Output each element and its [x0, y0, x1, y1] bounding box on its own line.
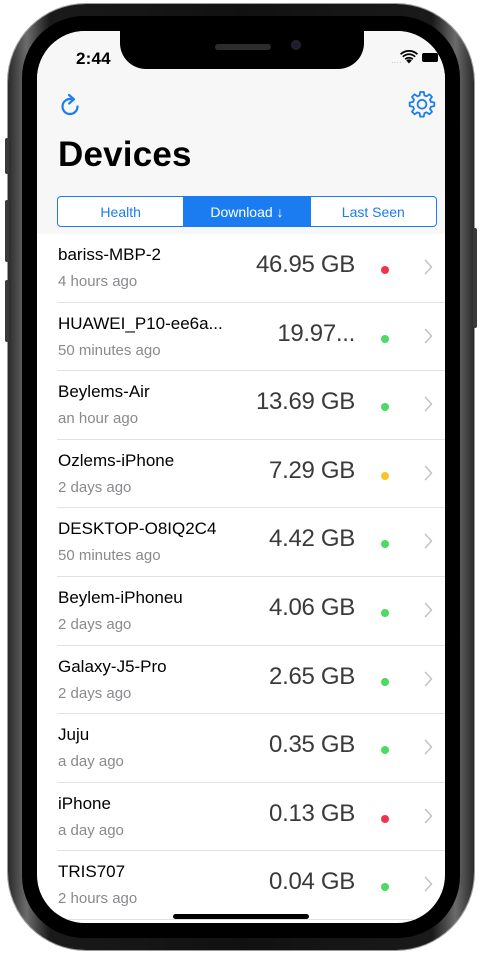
device-last-seen: a day ago: [58, 821, 124, 839]
device-name: TRIS707: [58, 862, 126, 882]
status-dot: [381, 334, 389, 343]
status-dot: [381, 746, 389, 755]
device-row[interactable]: iPhone a day ago 0.13 GB: [37, 783, 445, 852]
device-last-seen: 2 days ago: [58, 478, 132, 496]
status-dot: [381, 471, 389, 480]
device-last-seen: an hour ago: [58, 410, 139, 428]
device-name: bariss-MBP-2: [58, 245, 161, 264]
device-row[interactable]: DESKTOP-O8IQ2C4 50 minutes ago 4.42 GB: [37, 508, 445, 577]
front-camera: [291, 40, 301, 50]
volume-down-button: [5, 280, 9, 342]
device-download: 0.35 GB: [269, 731, 355, 759]
page-title: Devices: [58, 135, 192, 174]
home-indicator[interactable]: [173, 914, 309, 919]
device-download: 13.69 GB: [255, 388, 355, 416]
device-name: Beylem-iPhoneu: [58, 587, 183, 607]
status-dot: [381, 266, 389, 274]
chevron-right-icon: [424, 877, 433, 892]
chevron-right-icon: [424, 602, 433, 618]
chevron-right-icon: [424, 328, 433, 343]
status-icons: ····: [391, 50, 441, 68]
device-row[interactable]: bariss-MBP-2 4 hours ago 46.95 GB: [37, 234, 445, 303]
status-dot: [381, 608, 389, 617]
device-download: 0.04 GB: [269, 868, 355, 896]
phone-screen: 2:44 ···· Devices Health Download ↓ Last…: [37, 31, 445, 923]
device-download: 4.42 GB: [269, 525, 355, 553]
status-dot: [381, 883, 389, 892]
device-name: DESKTOP-O8IQ2C4: [58, 519, 217, 539]
app-canvas: 2:44 ···· Devices Health Download ↓ Last…: [0, 0, 482, 956]
device-name: Beylems-Air: [58, 382, 150, 402]
segment-health[interactable]: Health: [58, 197, 183, 226]
device-row[interactable]: Ozlems-iPhone 2 days ago 7.29 GB: [37, 440, 445, 509]
device-download: 19.97...: [277, 319, 355, 347]
device-name: Ozlems-iPhone: [58, 450, 175, 470]
sort-segmented-control: Health Download ↓ Last Seen: [57, 196, 437, 227]
status-dot: [381, 677, 389, 686]
gear-icon[interactable]: [406, 89, 438, 121]
device-name: Juju: [58, 725, 90, 745]
chevron-right-icon: [424, 671, 433, 686]
device-row[interactable]: Galaxy-J5-Pro 2 days ago 2.65 GB: [37, 646, 445, 715]
device-last-seen: 2 days ago: [58, 615, 132, 633]
chevron-right-icon: [424, 534, 433, 549]
segment-last-seen[interactable]: Last Seen: [309, 197, 436, 226]
device-download: 4.06 GB: [269, 593, 355, 621]
device-last-seen: a day ago: [58, 753, 124, 771]
device-download: 2.65 GB: [269, 662, 355, 690]
notch: [120, 31, 364, 69]
device-download: 46.95 GB: [255, 251, 355, 278]
chevron-right-icon: [424, 465, 433, 481]
device-name: Galaxy-J5-Pro: [58, 656, 167, 676]
chevron-right-icon: [424, 739, 433, 755]
device-last-seen: 4 hours ago: [58, 273, 138, 290]
reload-icon[interactable]: [56, 92, 84, 120]
device-row[interactable]: Beylem-iPhoneu 2 days ago 4.06 GB: [37, 577, 445, 646]
status-dot: [381, 403, 389, 412]
chevron-right-icon: [424, 396, 433, 412]
device-last-seen: 2 hours ago: [58, 890, 138, 908]
volume-up-button: [5, 200, 9, 262]
status-dot: [381, 540, 389, 549]
speaker-grille: [215, 44, 271, 50]
status-time: 2:44: [76, 49, 111, 68]
device-last-seen: 2 days ago: [58, 684, 132, 702]
device-row[interactable]: HUAWEI_P10-ee6a... 50 minutes ago 19.97.…: [37, 303, 445, 372]
device-last-seen: 50 minutes ago: [58, 547, 161, 565]
wifi-icon: [400, 50, 418, 64]
status-dot: [381, 814, 389, 823]
device-name: iPhone: [58, 793, 111, 813]
device-download: 7.29 GB: [269, 456, 355, 484]
chevron-right-icon: [424, 808, 433, 824]
mute-switch: [5, 138, 9, 174]
device-row[interactable]: TRIS707 2 hours ago 0.04 GB: [37, 851, 445, 920]
device-row[interactable]: Juju a day ago 0.35 GB: [37, 714, 445, 783]
segment-download[interactable]: Download ↓: [183, 197, 310, 226]
battery-icon: [422, 53, 438, 62]
device-row[interactable]: Beylems-Air an hour ago 13.69 GB: [37, 371, 445, 440]
chevron-right-icon: [424, 259, 433, 275]
power-button: [473, 228, 477, 328]
device-name: HUAWEI_P10-ee6a...: [58, 313, 223, 333]
device-list: bariss-MBP-2 4 hours ago 46.95 GB HUAWEI…: [37, 234, 445, 920]
device-last-seen: 50 minutes ago: [58, 341, 161, 359]
device-download: 0.13 GB: [269, 799, 355, 827]
